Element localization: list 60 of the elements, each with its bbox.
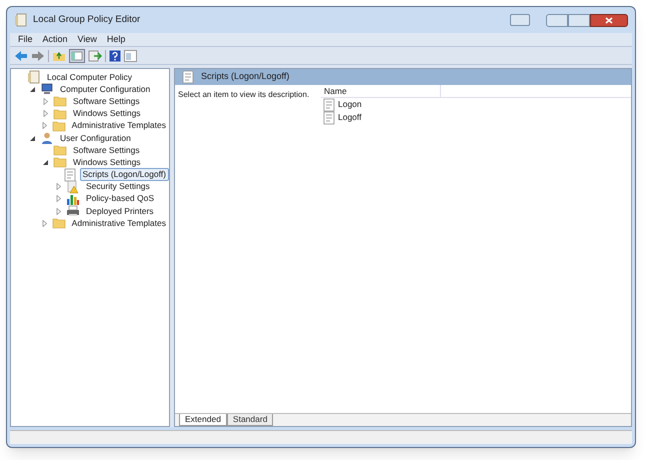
folder-icon: [52, 118, 66, 133]
console-tree-icon[interactable]: [69, 48, 85, 62]
folder-icon: [53, 143, 67, 158]
folder-icon: [53, 155, 67, 170]
list-item[interactable]: Logoff: [338, 111, 362, 124]
up-folder-icon[interactable]: [52, 50, 66, 62]
panel-title: Scripts (Logon/Logoff): [201, 70, 290, 84]
folder-icon: [53, 106, 67, 121]
menu-item[interactable]: Help: [102, 32, 130, 46]
document-icon: [14, 13, 28, 27]
script-icon: [322, 98, 336, 112]
menu-item[interactable]: Action: [38, 32, 72, 46]
collapse-icon[interactable]: [29, 134, 36, 142]
tree-item[interactable]: Windows Settings: [70, 107, 144, 120]
tab[interactable]: Standard: [226, 414, 274, 426]
tree-item[interactable]: Deployed Printers: [83, 204, 157, 218]
script-icon: [62, 168, 77, 182]
tree-item[interactable]: Local Computer Policy: [44, 70, 136, 84]
collapse-icon[interactable]: [29, 86, 36, 93]
tree-item[interactable]: Software Settings: [70, 144, 143, 157]
back-icon[interactable]: [14, 50, 28, 62]
tree-item[interactable]: Scripts (Logon/Logoff): [80, 168, 169, 182]
tree-item[interactable]: Policy-based QoS: [83, 192, 158, 206]
tree-item[interactable]: Administrative Templates: [68, 119, 169, 132]
document-icon: [27, 70, 41, 84]
tree-item[interactable]: Software Settings: [70, 94, 143, 108]
window-switch-button[interactable]: [510, 14, 530, 26]
expand-icon[interactable]: [55, 208, 62, 215]
description-text: Select an item to view its description.: [178, 90, 310, 99]
tab[interactable]: Extended: [179, 414, 227, 426]
folder-icon: [52, 216, 66, 230]
collapse-icon[interactable]: [42, 158, 49, 166]
tree-item[interactable]: Computer Configuration: [57, 82, 154, 96]
expand-icon[interactable]: [41, 220, 48, 227]
list-item[interactable]: Logon: [338, 98, 362, 111]
maximize-button[interactable]: [568, 14, 590, 26]
help-icon[interactable]: [109, 50, 121, 62]
tree-item[interactable]: Windows Settings: [70, 156, 144, 169]
tree-item[interactable]: Administrative Templates: [68, 216, 169, 230]
expand-icon[interactable]: [55, 195, 62, 202]
expand-icon[interactable]: [42, 110, 49, 118]
tree-item[interactable]: User Configuration: [57, 132, 134, 145]
folder-icon: [53, 94, 67, 108]
user-icon: [40, 131, 54, 146]
tree-item[interactable]: Security Settings: [83, 180, 153, 194]
script-icon: [322, 110, 336, 124]
column-header[interactable]: Name: [321, 85, 441, 97]
computer-icon: [40, 82, 54, 96]
menu-item[interactable]: View: [74, 32, 101, 46]
expand-icon[interactable]: [41, 122, 48, 130]
close-button[interactable]: [590, 14, 628, 26]
window-title: Local Group Policy Editor: [33, 12, 140, 27]
printer-icon: [66, 204, 80, 218]
forward-icon[interactable]: [31, 50, 45, 62]
expand-icon[interactable]: [42, 98, 49, 105]
minimize-button[interactable]: [546, 14, 568, 26]
export-icon[interactable]: [88, 50, 102, 62]
menu-item[interactable]: File: [14, 32, 37, 46]
expand-icon[interactable]: [55, 183, 62, 190]
close-icon: [605, 16, 613, 24]
